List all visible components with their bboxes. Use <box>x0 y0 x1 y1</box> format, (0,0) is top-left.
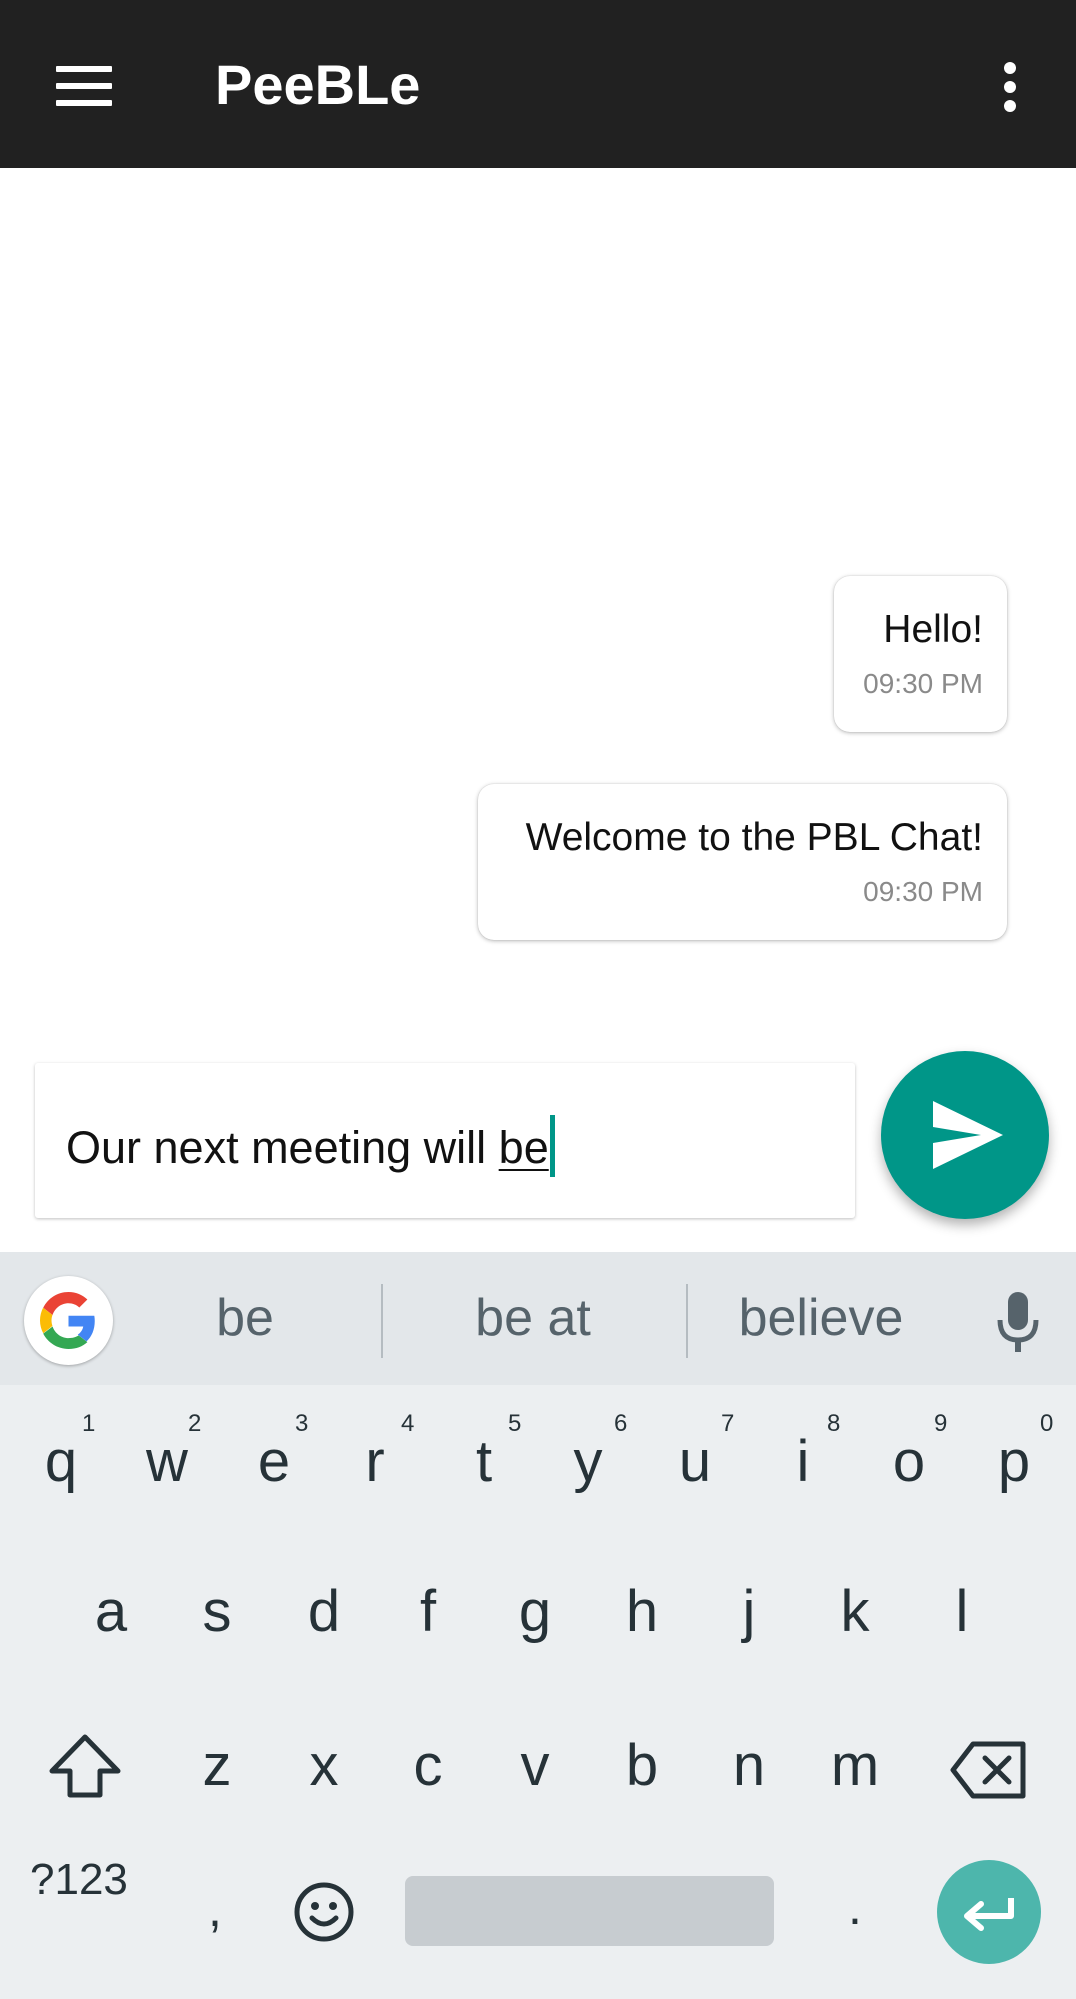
suggestion-2[interactable]: be at <box>393 1288 673 1348</box>
emoji-icon <box>294 1882 354 1942</box>
message-time: 09:30 PM <box>863 668 983 699</box>
key-hint: 8 <box>827 1410 841 1437</box>
key-y[interactable]: y <box>543 1430 633 1494</box>
enter-key[interactable] <box>937 1860 1041 1964</box>
send-icon <box>933 1101 1003 1169</box>
mic-button[interactable] <box>978 1276 1058 1366</box>
backspace-key[interactable] <box>945 1730 1035 1810</box>
app-bar: PeeBLe <box>0 0 1076 168</box>
key-z[interactable]: z <box>172 1734 262 1798</box>
backspace-icon <box>950 1741 1026 1799</box>
message-time: 09:30 PM <box>863 876 983 907</box>
key-c[interactable]: c <box>383 1734 473 1798</box>
key-hint: 3 <box>295 1410 309 1437</box>
key-m[interactable]: m <box>810 1734 900 1798</box>
key-x[interactable]: x <box>279 1734 369 1798</box>
google-button[interactable] <box>24 1276 113 1365</box>
key-n[interactable]: n <box>704 1734 794 1798</box>
comma-key[interactable]: , <box>208 1880 222 1938</box>
text-cursor <box>549 1115 555 1177</box>
key-hint: 9 <box>934 1410 948 1437</box>
key-hint: 6 <box>614 1410 628 1437</box>
key-o[interactable]: o <box>864 1430 954 1494</box>
key-hint: 0 <box>1040 1410 1054 1437</box>
key-i[interactable]: i <box>758 1430 848 1494</box>
shift-icon <box>49 1734 121 1798</box>
message-bubble[interactable]: Welcome to the PBL Chat! 09:30 PM <box>478 784 1007 940</box>
key-u[interactable]: u <box>650 1430 740 1494</box>
message-text: Hello! <box>883 608 983 651</box>
key-w[interactable]: w <box>122 1430 212 1494</box>
message-text: Welcome to the PBL Chat! <box>525 816 983 859</box>
send-button[interactable] <box>881 1051 1049 1219</box>
key-q[interactable]: q <box>16 1430 106 1494</box>
suggestion-1[interactable]: be <box>105 1288 385 1348</box>
symbols-key[interactable]: ?123 <box>30 1855 128 1905</box>
space-key[interactable] <box>405 1876 774 1946</box>
key-d[interactable]: d <box>279 1580 369 1644</box>
google-icon <box>40 1292 95 1349</box>
key-h[interactable]: h <box>597 1580 687 1644</box>
key-r[interactable]: r <box>330 1430 420 1494</box>
key-hint: 2 <box>188 1410 202 1437</box>
suggestion-divider <box>381 1284 383 1358</box>
key-a[interactable]: a <box>66 1580 156 1644</box>
key-j[interactable]: j <box>704 1580 794 1644</box>
message-bubble[interactable]: Hello! 09:30 PM <box>834 576 1007 732</box>
key-b[interactable]: b <box>597 1734 687 1798</box>
message-input-text: Our next meeting will be <box>66 1115 555 1177</box>
more-vert-icon[interactable] <box>980 44 1040 128</box>
key-hint: 4 <box>401 1410 415 1437</box>
mic-icon <box>997 1292 1039 1352</box>
key-g[interactable]: g <box>490 1580 580 1644</box>
message-input[interactable]: Our next meeting will be <box>35 1063 855 1218</box>
key-k[interactable]: k <box>810 1580 900 1644</box>
key-hint: 1 <box>82 1410 96 1437</box>
key-s[interactable]: s <box>172 1580 262 1644</box>
key-e[interactable]: e <box>229 1430 319 1494</box>
key-p[interactable]: p <box>969 1430 1059 1494</box>
emoji-key[interactable] <box>282 1870 366 1954</box>
typed-text: Our next meeting will <box>66 1122 499 1173</box>
suggestion-3[interactable]: believe <box>681 1288 961 1348</box>
key-l[interactable]: l <box>917 1580 1007 1644</box>
key-v[interactable]: v <box>490 1734 580 1798</box>
app-title: PeeBLe <box>215 53 421 116</box>
key-t[interactable]: t <box>439 1430 529 1494</box>
key-hint: 7 <box>721 1410 735 1437</box>
menu-icon[interactable] <box>40 44 124 128</box>
key-f[interactable]: f <box>383 1580 473 1644</box>
shift-key[interactable] <box>40 1725 130 1805</box>
enter-icon <box>964 1898 1014 1931</box>
period-key[interactable]: . <box>848 1878 862 1936</box>
key-hint: 5 <box>508 1410 522 1437</box>
composing-word: be <box>498 1122 549 1173</box>
suggestion-strip: be be at believe <box>0 1252 1076 1385</box>
